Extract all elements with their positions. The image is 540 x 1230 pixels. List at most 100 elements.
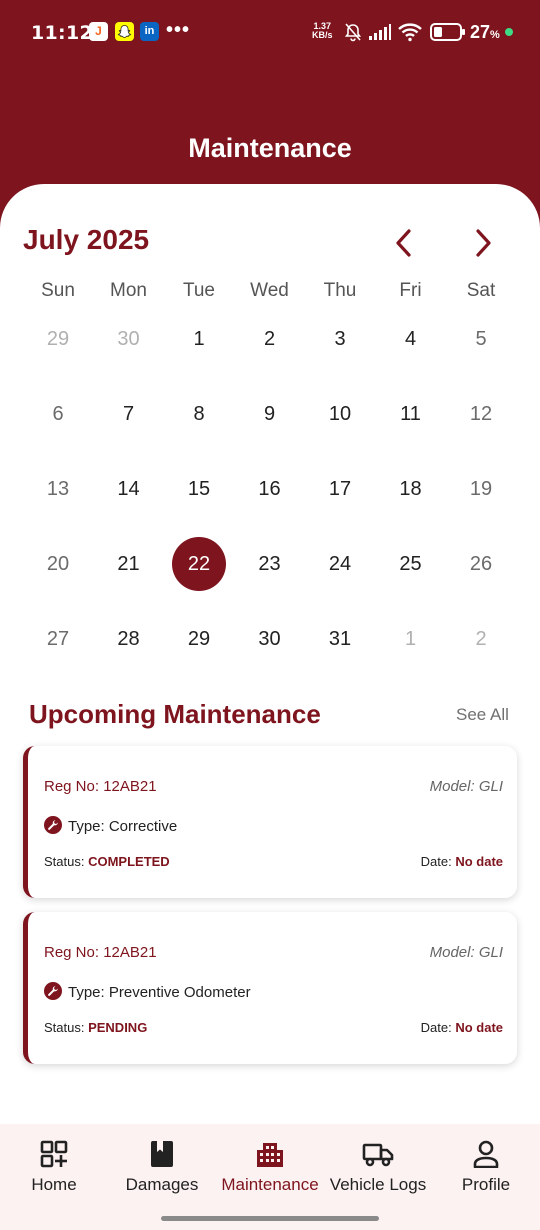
- app-notification-icon: J: [89, 22, 108, 41]
- upcoming-maintenance-title: Upcoming Maintenance: [29, 699, 321, 729]
- chevron-right-icon: [476, 229, 491, 257]
- wrench-icon: [44, 982, 62, 1000]
- calendar-day[interactable]: 5: [446, 322, 516, 356]
- weekday-label: Mon: [110, 280, 147, 301]
- card-type: Type: Corrective: [68, 818, 178, 835]
- status-label: Status:: [44, 854, 89, 869]
- battery-level: 27%: [470, 22, 500, 43]
- nav-item-maintenance[interactable]: Maintenance: [216, 1124, 324, 1204]
- battery-icon: [430, 23, 465, 41]
- date-value: No date: [455, 1020, 503, 1035]
- calendar-month-label: July 2025: [23, 224, 150, 255]
- calendar-day[interactable]: 13: [23, 472, 93, 506]
- weekday-label: Wed: [250, 280, 289, 301]
- snapchat-icon: [115, 22, 134, 41]
- calendar-day[interactable]: 17: [305, 472, 375, 506]
- calendar-day[interactable]: 15: [164, 472, 234, 506]
- calendar-day[interactable]: 29: [23, 322, 93, 356]
- calendar-day[interactable]: 25: [376, 547, 446, 581]
- building-icon: [257, 1143, 283, 1167]
- page-title: Maintenance: [188, 133, 352, 163]
- calendar-day[interactable]: 30: [235, 622, 305, 656]
- card-status-row: Status: PENDING: [44, 1020, 147, 1035]
- card-type-row: Type: Corrective: [44, 816, 177, 835]
- privacy-indicator-dot: [505, 28, 513, 36]
- calendar-day-selected[interactable]: 22: [164, 537, 234, 591]
- weekday-label: Fri: [399, 280, 422, 301]
- calendar-day[interactable]: 24: [305, 547, 375, 581]
- next-month-button[interactable]: [466, 226, 500, 260]
- card-status-row: Status: COMPLETED: [44, 854, 170, 869]
- calendar-day[interactable]: 26: [446, 547, 516, 581]
- calendar-day[interactable]: 23: [235, 547, 305, 581]
- calendar-day[interactable]: 10: [305, 397, 375, 431]
- calendar-grid: Sun Mon Tue Wed Thu Fri Sat 29 30 1 2 3 …: [23, 270, 517, 677]
- weekday-label: Sat: [466, 280, 496, 301]
- weekday-label: Thu: [323, 280, 357, 301]
- maintenance-card[interactable]: Reg No: 12AB21 Model: GLI Type: Preventi…: [23, 912, 517, 1064]
- calendar-day[interactable]: 21: [94, 547, 164, 581]
- calendar-day[interactable]: 9: [235, 397, 305, 431]
- calendar-day[interactable]: 27: [23, 622, 93, 656]
- see-all-link[interactable]: See All: [456, 705, 509, 725]
- calendar-day[interactable]: 20: [23, 547, 93, 581]
- calendar-day[interactable]: 2: [446, 622, 516, 656]
- calendar-week: 27 28 29 30 31 1 2: [23, 602, 517, 677]
- network-speed-unit: KB/s: [312, 30, 333, 40]
- calendar-day[interactable]: 28: [94, 622, 164, 656]
- person-icon: [473, 1140, 499, 1168]
- signal-icon: [369, 24, 391, 40]
- bottom-navigation: Home Damages Maintenance Vehicle Logs Pr…: [0, 1124, 540, 1230]
- nav-item-profile[interactable]: Profile: [432, 1124, 540, 1204]
- weekday-label: Sun: [41, 280, 75, 301]
- card-type-row: Type: Preventive Odometer: [44, 982, 251, 1001]
- calendar-day[interactable]: 3: [305, 322, 375, 356]
- calendar-week: 20 21 22 23 24 25 26: [23, 527, 517, 602]
- calendar-day[interactable]: 11: [376, 397, 446, 431]
- date-value: No date: [455, 854, 503, 869]
- status-value: COMPLETED: [88, 854, 170, 869]
- calendar-day[interactable]: 18: [376, 472, 446, 506]
- card-model: Model: GLI: [429, 944, 503, 961]
- card-date-row: Date: No date: [421, 854, 503, 869]
- calendar-day[interactable]: 4: [376, 322, 446, 356]
- chevron-left-icon: [396, 229, 411, 257]
- calendar-day[interactable]: 14: [94, 472, 164, 506]
- nav-item-damages[interactable]: Damages: [108, 1124, 216, 1204]
- calendar-day[interactable]: 30: [94, 322, 164, 356]
- linkedin-icon: in: [140, 22, 159, 41]
- previous-month-button[interactable]: [388, 226, 422, 260]
- card-type: Type: Preventive Odometer: [68, 984, 251, 1001]
- date-label: Date:: [420, 854, 456, 869]
- calendar-day[interactable]: 12: [446, 397, 516, 431]
- nav-item-vehicle-logs[interactable]: Vehicle Logs: [324, 1124, 432, 1204]
- battery-unit: %: [490, 29, 500, 41]
- card-model: Model: GLI: [429, 778, 503, 795]
- calendar-day[interactable]: 2: [235, 322, 305, 356]
- calendar-day[interactable]: 19: [446, 472, 516, 506]
- calendar-day[interactable]: 7: [94, 397, 164, 431]
- calendar-day[interactable]: 1: [164, 322, 234, 356]
- calendar-week: 29 30 1 2 3 4 5: [23, 302, 517, 377]
- card-reg-number: Reg No: 12AB21: [44, 778, 157, 795]
- calendar-day[interactable]: 29: [164, 622, 234, 656]
- weekday-label: Tue: [182, 280, 216, 301]
- calendar-week: 6 7 8 9 10 11 12: [23, 377, 517, 452]
- nav-item-home[interactable]: Home: [0, 1124, 108, 1204]
- calendar-day[interactable]: 31: [305, 622, 375, 656]
- card-date-row: Date: No date: [421, 1020, 503, 1035]
- status-bar: 11:12 J in ••• 1.37 KB/s 27%: [0, 0, 540, 64]
- calendar-day[interactable]: 1: [376, 622, 446, 656]
- home-indicator[interactable]: [161, 1216, 379, 1221]
- calendar-day[interactable]: 8: [164, 397, 234, 431]
- network-speed: 1.37 KB/s: [312, 22, 333, 40]
- status-value: PENDING: [88, 1020, 148, 1035]
- truck-icon: [362, 1143, 394, 1167]
- status-time: 11:12: [31, 22, 93, 44]
- calendar-day[interactable]: 6: [23, 397, 93, 431]
- battery-value: 27: [470, 22, 491, 42]
- maintenance-card[interactable]: Reg No: 12AB21 Model: GLI Type: Correcti…: [23, 746, 517, 898]
- more-notifications-icon: •••: [166, 19, 191, 41]
- selected-day-number: 22: [187, 553, 211, 575]
- calendar-day[interactable]: 16: [235, 472, 305, 506]
